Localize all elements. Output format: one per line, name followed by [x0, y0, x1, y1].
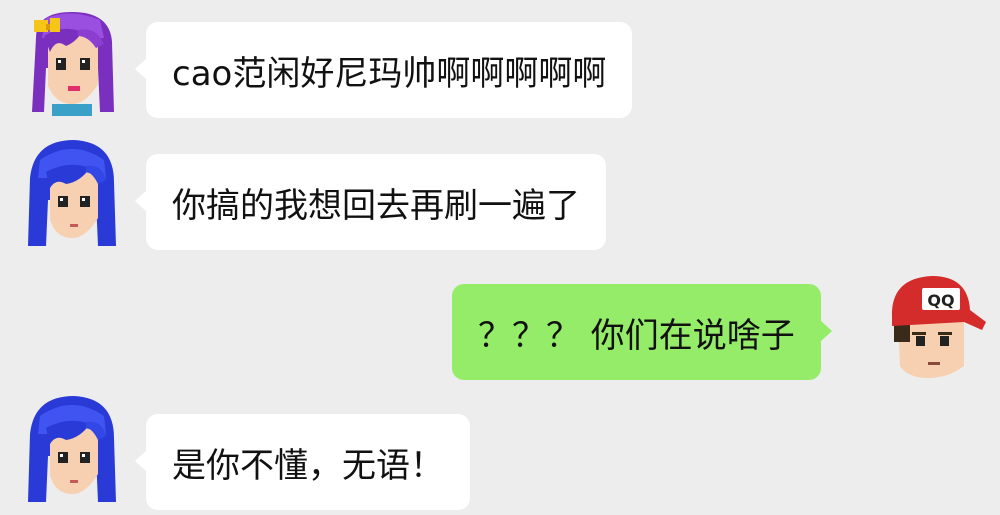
message-bubble[interactable]: cao范闲好尼玛帅啊啊啊啊啊: [134, 22, 633, 118]
blue-hair-girl-avatar[interactable]: [16, 394, 124, 502]
purple-hair-girl-avatar[interactable]: [16, 8, 124, 116]
message-bubble[interactable]: 你搞的我想回去再刷一遍了: [135, 154, 606, 250]
cap-text: QQ: [927, 291, 954, 310]
message-text: ？？？ 你们在说啥子: [478, 315, 795, 356]
message-text: 是你不懂，无语！: [172, 445, 444, 486]
red-cap-boy-avatar[interactable]: QQ: [878, 270, 986, 378]
message-bubble[interactable]: ？？？ 你们在说啥子: [452, 284, 832, 380]
message-text: cao范闲好尼玛帅啊啊啊啊啊: [172, 53, 607, 94]
chat-window: cao范闲好尼玛帅啊啊啊啊啊 你搞的我想回去再刷一遍了 ？？？ 你们在说啥子 Q…: [0, 0, 1000, 515]
message-bubble[interactable]: 是你不懂，无语！: [135, 414, 470, 510]
blue-hair-girl-avatar[interactable]: [16, 138, 124, 246]
message-text: 你搞的我想回去再刷一遍了: [172, 185, 580, 226]
